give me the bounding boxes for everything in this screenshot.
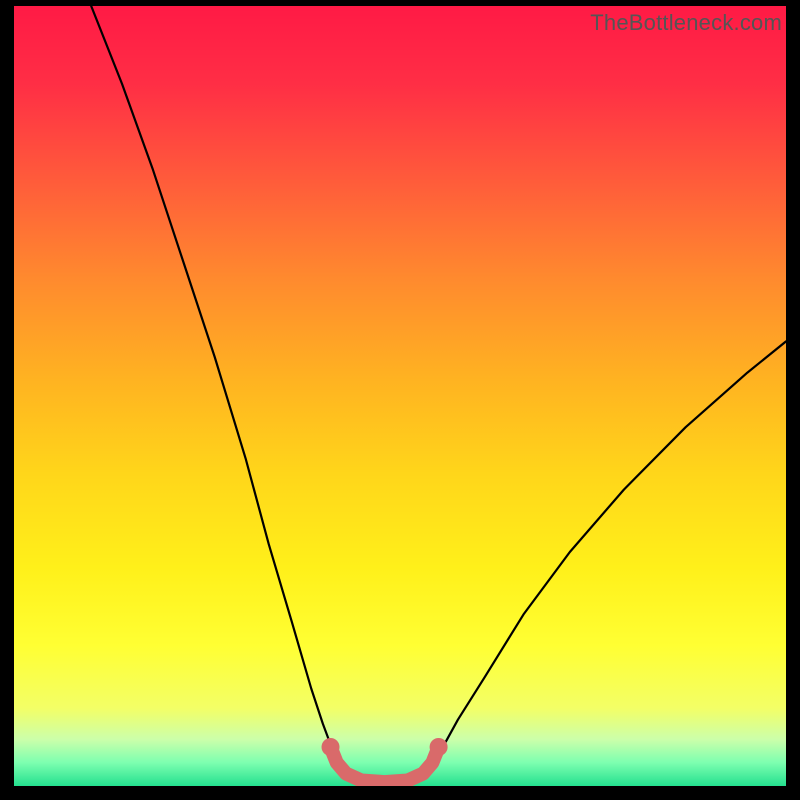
trough-endpoint-dot: [322, 738, 340, 756]
chart-container: [14, 6, 786, 786]
watermark-text: TheBottleneck.com: [590, 10, 782, 36]
gradient-background: [14, 6, 786, 786]
bottleneck-chart: [14, 6, 786, 786]
trough-endpoint-dot: [430, 738, 448, 756]
